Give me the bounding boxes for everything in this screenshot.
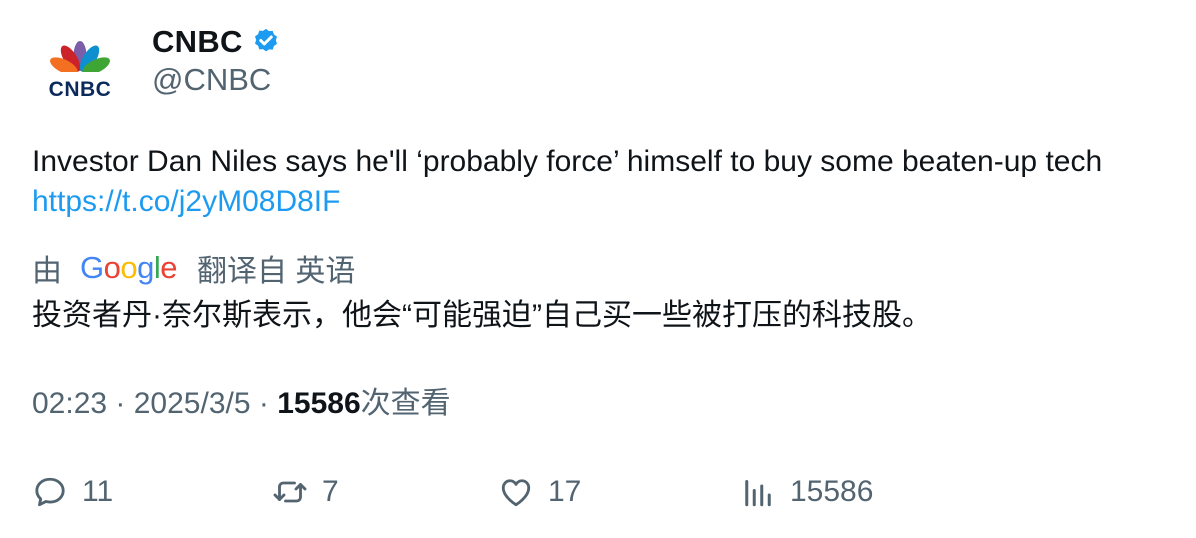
analytics-icon xyxy=(745,480,771,507)
like-count: 17 xyxy=(548,475,582,508)
peacock-logo-icon: CNBC xyxy=(49,41,112,101)
translation-prefix: 由 xyxy=(32,255,62,288)
google-letter: g xyxy=(137,250,154,285)
avatar[interactable]: CNBC xyxy=(30,22,130,122)
meta-separator: · xyxy=(107,387,134,420)
translation-attribution: 由 Google 翻译自 英语 xyxy=(32,246,355,290)
views-count: 15586 xyxy=(277,387,361,420)
reply-icon xyxy=(35,477,65,507)
author-handle[interactable]: @CNBC xyxy=(152,62,271,98)
google-letter: o xyxy=(120,250,138,285)
verified-badge-icon xyxy=(254,28,277,52)
tweet-time[interactable]: 02:23 xyxy=(32,387,107,420)
reply-count: 11 xyxy=(82,475,114,508)
translation-suffix: 翻译自 英语 xyxy=(197,255,356,288)
tweet-date[interactable]: 2025/3/5 xyxy=(134,387,251,420)
author-display-name[interactable]: CNBC xyxy=(152,24,243,60)
avatar-logo-text: CNBC xyxy=(49,78,112,101)
tweet-link[interactable]: https://t.co/j2yM08D8IF xyxy=(32,185,340,218)
google-letter: e xyxy=(160,250,178,285)
google-logo: Google xyxy=(80,250,178,286)
retweet-button[interactable]: 7 xyxy=(272,470,339,514)
meta-separator: · xyxy=(250,387,278,420)
heart-icon xyxy=(501,479,531,507)
tweet-body: Investor Dan Niles says he'll ‘probably … xyxy=(32,145,1103,178)
google-letter: G xyxy=(80,250,104,285)
author-name-row[interactable]: CNBC xyxy=(152,22,281,62)
views-button[interactable]: 15586 xyxy=(740,470,873,514)
retweet-count: 7 xyxy=(322,475,339,508)
tweet-meta: 02:23 · 2025/3/5 · 15586次查看 xyxy=(32,384,451,424)
views-label: 次查看 xyxy=(360,387,451,420)
views-action-count: 15586 xyxy=(790,475,874,508)
retweet-icon xyxy=(273,481,307,503)
tweet-text: Investor Dan Niles says he'll ‘probably … xyxy=(32,142,1152,222)
google-letter: o xyxy=(103,250,121,285)
like-button[interactable]: 17 xyxy=(498,470,581,514)
reply-button[interactable]: 11 xyxy=(32,470,113,514)
translated-text: 投资者丹·奈尔斯表示，他会“可能强迫”自己买一些被打压的科技股。 xyxy=(32,299,932,332)
